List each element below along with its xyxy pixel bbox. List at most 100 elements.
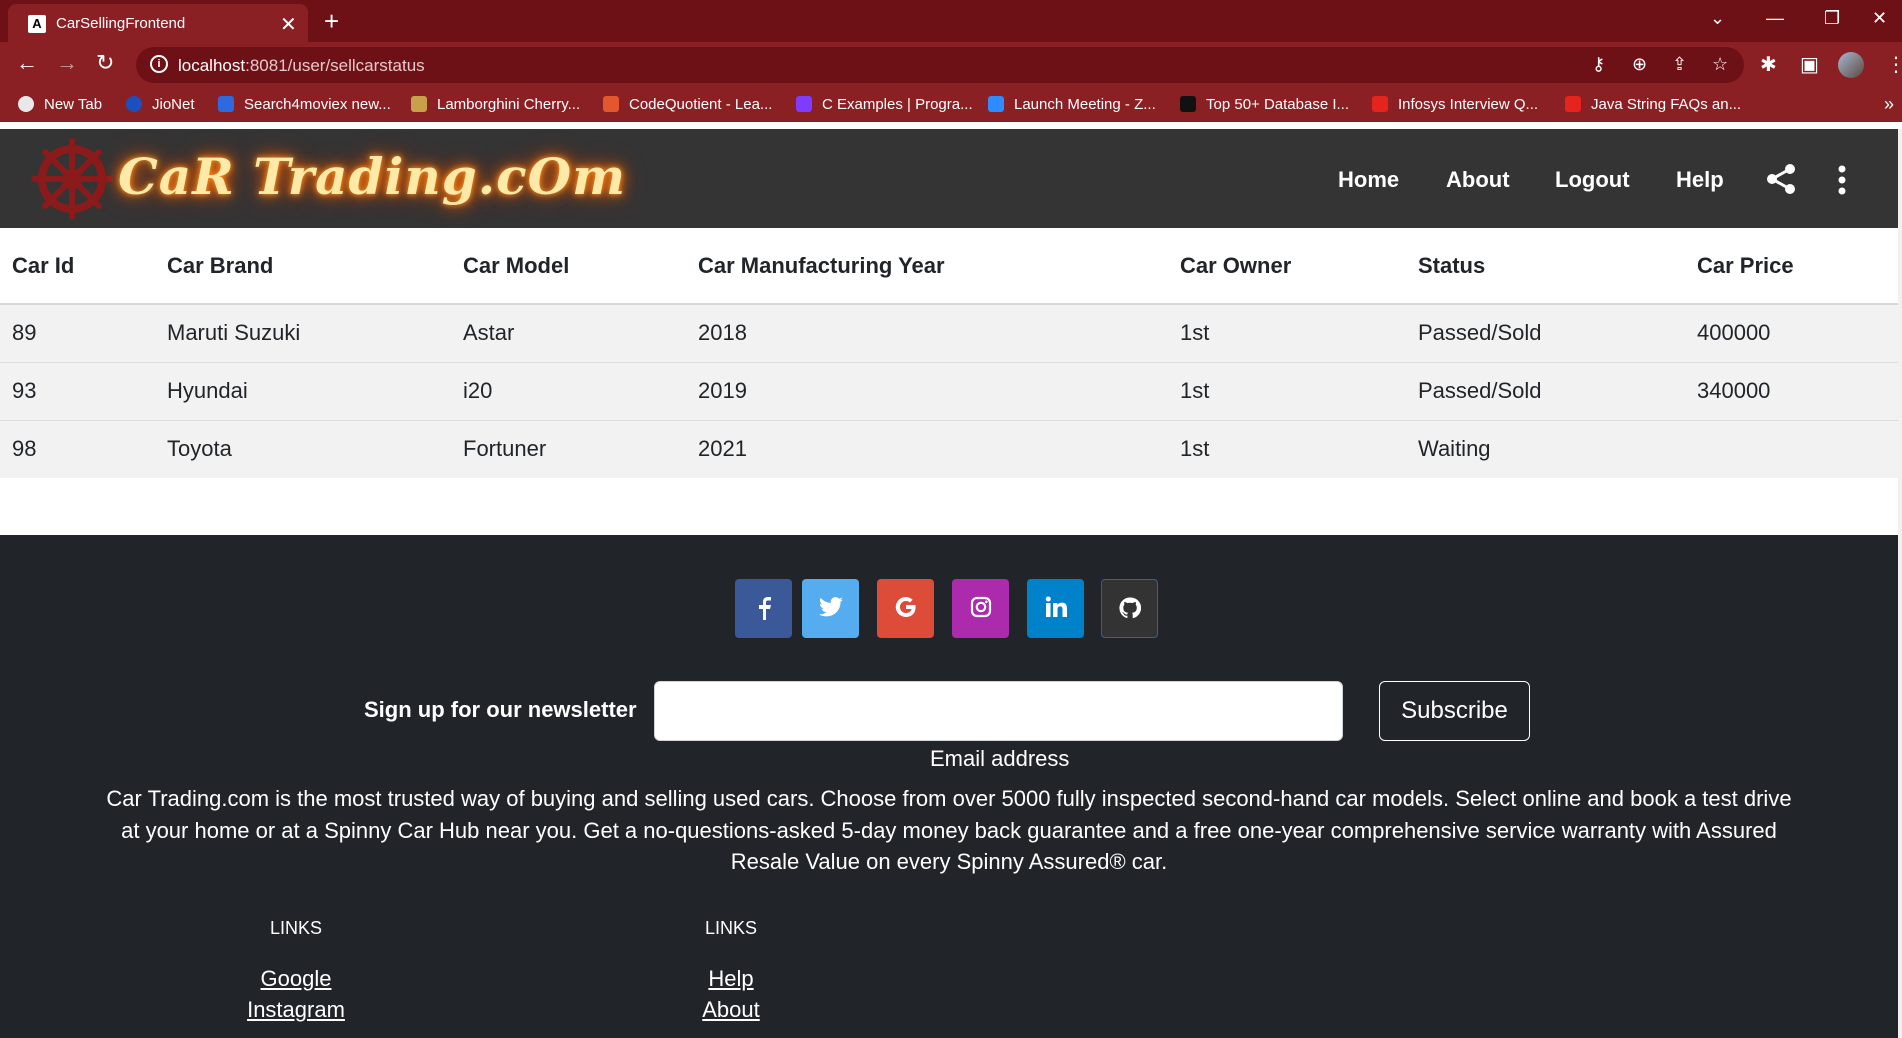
browser-tabstrip: A CarSellingFrontend ✕ + ⌄ — ❐ ✕ (0, 0, 1902, 42)
site-info-icon[interactable]: i (150, 55, 168, 73)
instagram-link[interactable]: Instagram (196, 994, 396, 1025)
links-column-right: LINKS Help About (631, 918, 831, 1025)
java-faq-icon (1565, 96, 1581, 112)
cell-price: 400000 (1685, 304, 1898, 363)
cell-year: 2021 (686, 420, 1168, 479)
google-icon (895, 597, 916, 618)
url-text[interactable]: localhost:8081/user/sellcarstatus (178, 56, 425, 76)
bookmark-item[interactable]: C Examples | Progra... (796, 96, 973, 113)
share-page-icon[interactable]: ⇪ (1672, 54, 1687, 75)
browser-toolbar: ← → ↻ i localhost:8081/user/sellcarstatu… (0, 42, 1902, 88)
content-spacer (0, 478, 1898, 535)
search4moviex-icon (218, 96, 234, 112)
back-icon[interactable]: ← (16, 50, 38, 76)
profile-avatar[interactable] (1838, 52, 1864, 78)
table-row: 89 Maruti Suzuki Astar 2018 1st Passed/S… (0, 304, 1898, 363)
cell-car-id: 89 (0, 304, 155, 363)
logo-wheel-icon (31, 138, 113, 220)
close-window-icon[interactable]: ✕ (1872, 8, 1887, 29)
more-options-icon[interactable] (1838, 165, 1846, 195)
cell-car-model: Astar (451, 304, 686, 363)
lamborghini-icon (411, 96, 427, 112)
facebook-button[interactable] (735, 579, 792, 638)
sell-car-status-table: Car Id Car Brand Car Model Car Manufactu… (0, 228, 1898, 479)
cell-owner: 1st (1168, 420, 1406, 479)
twitter-icon (818, 597, 843, 617)
zoom-icon[interactable]: ⊕ (1632, 54, 1647, 75)
instagram-button[interactable] (952, 579, 1009, 638)
cell-owner: 1st (1168, 362, 1406, 421)
side-panel-icon[interactable]: ▣ (1800, 52, 1819, 77)
bookmark-item[interactable]: Launch Meeting - Z... (988, 96, 1156, 113)
bookmark-item[interactable]: CodeQuotient - Lea... (603, 96, 772, 113)
tab-close-icon[interactable]: ✕ (280, 12, 297, 37)
tab-title: CarSellingFrontend (56, 15, 186, 32)
angular-favicon-icon: A (28, 15, 46, 33)
extensions-icon[interactable]: ✱ (1760, 52, 1777, 77)
page-scrollbar[interactable] (1898, 129, 1902, 1038)
cell-price (1685, 420, 1898, 479)
new-tab-icon[interactable]: + (324, 6, 339, 37)
email-field-label: Email address (930, 746, 1070, 771)
cell-car-model: i20 (451, 362, 686, 421)
forward-icon[interactable]: → (56, 50, 78, 76)
cell-status: Passed/Sold (1406, 304, 1685, 363)
github-button[interactable] (1101, 579, 1158, 638)
help-link[interactable]: Help (631, 963, 831, 994)
restore-icon[interactable]: ❐ (1824, 8, 1840, 29)
c-examples-icon (796, 96, 812, 112)
bookmark-item[interactable]: Lamborghini Cherry... (411, 96, 580, 113)
cell-year: 2018 (686, 304, 1168, 363)
address-bar[interactable]: i localhost:8081/user/sellcarstatus ⚷ ⊕ … (136, 47, 1744, 83)
bookmark-item[interactable]: New Tab (18, 96, 102, 113)
bookmark-item[interactable]: Java String FAQs an... (1565, 96, 1741, 113)
bookmark-item[interactable]: Infosys Interview Q... (1372, 96, 1538, 113)
linkedin-button[interactable] (1027, 579, 1084, 638)
bookmark-item[interactable]: JioNet (126, 96, 195, 113)
nav-home-link[interactable]: Home (1338, 167, 1399, 193)
browser-tab[interactable]: A CarSellingFrontend ✕ (8, 4, 308, 42)
about-link[interactable]: About (631, 994, 831, 1025)
column-header-car-model: Car Model (451, 228, 686, 305)
facebook-icon (758, 597, 771, 620)
table-row: 93 Hyundai i20 2019 1st Passed/Sold 3400… (0, 362, 1898, 421)
cell-car-model: Fortuner (451, 420, 686, 479)
links-heading: LINKS (269, 918, 323, 938)
minimize-icon[interactable]: — (1766, 8, 1784, 29)
bookmark-star-icon[interactable]: ☆ (1712, 54, 1728, 75)
twitter-button[interactable] (802, 579, 859, 638)
cell-car-id: 93 (0, 362, 155, 421)
table-header-row: Car Id Car Brand Car Model Car Manufactu… (0, 228, 1898, 305)
bookmarks-bar: New Tab JioNet Search4moviex new... Lamb… (0, 88, 1902, 122)
bookmarks-overflow-icon[interactable]: » (1884, 94, 1894, 115)
google-button[interactable] (877, 579, 934, 638)
tab-search-chevron-icon[interactable]: ⌄ (1710, 8, 1725, 29)
infosys-icon (1372, 96, 1388, 112)
cell-owner: 1st (1168, 304, 1406, 363)
site-navbar: CaR Trading.cOm Home About Logout Help (0, 129, 1898, 228)
share-icon[interactable] (1764, 162, 1798, 196)
nav-logout-link[interactable]: Logout (1555, 167, 1630, 193)
subscribe-button[interactable]: Subscribe (1379, 681, 1530, 741)
cell-price: 340000 (1685, 362, 1898, 421)
bookmark-item[interactable]: Search4moviex new... (218, 96, 391, 113)
database-icon (1180, 96, 1196, 112)
email-field[interactable] (654, 681, 1343, 741)
instagram-icon (970, 596, 991, 618)
nav-about-link[interactable]: About (1446, 167, 1510, 193)
site-logo[interactable]: CaR Trading.cOm (118, 147, 626, 206)
browser-menu-icon[interactable]: ⋮ (1886, 52, 1902, 77)
column-header-car-price: Car Price (1685, 228, 1898, 305)
reload-icon[interactable]: ↻ (96, 50, 114, 76)
jionet-icon (126, 96, 142, 112)
column-header-car-owner: Car Owner (1168, 228, 1406, 305)
cell-year: 2019 (686, 362, 1168, 421)
bookmark-item[interactable]: Top 50+ Database I... (1180, 96, 1349, 113)
column-header-status: Status (1406, 228, 1685, 305)
password-key-icon[interactable]: ⚷ (1592, 54, 1605, 75)
cell-status: Waiting (1406, 420, 1685, 479)
nav-help-link[interactable]: Help (1676, 167, 1724, 193)
column-header-car-brand: Car Brand (155, 228, 451, 305)
linkedin-icon (1045, 596, 1067, 617)
google-link[interactable]: Google (196, 963, 396, 994)
